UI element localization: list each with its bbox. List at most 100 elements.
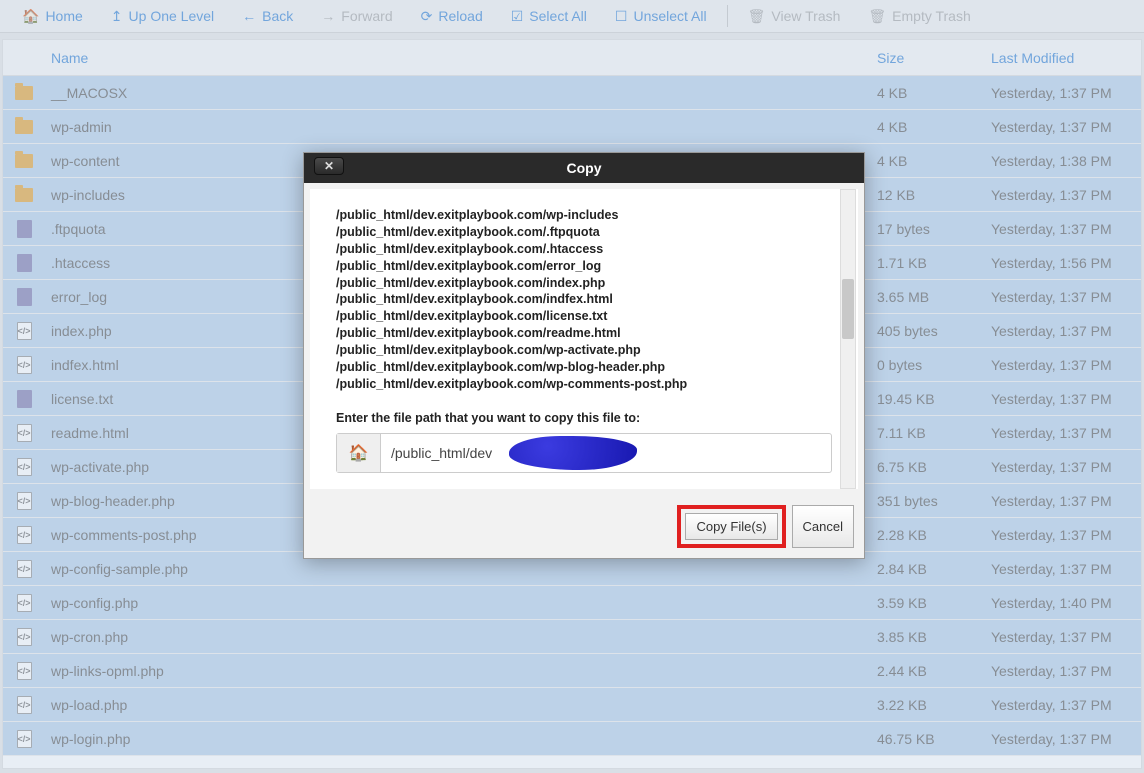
file-size: 351 bytes [877,493,991,509]
file-size: 2.44 KB [877,663,991,679]
unselect-all-button[interactable]: ☐ Unselect All [601,0,721,33]
file-modified: Yesterday, 1:37 PM [991,187,1141,203]
source-path-item: /public_html/dev.exitplaybook.com/.htacc… [336,241,828,258]
file-row[interactable]: </>wp-login.php46.75 KBYesterday, 1:37 P… [3,722,1141,756]
up-arrow-icon: ↥ [111,9,123,23]
back-label: Back [262,8,293,24]
reload-label: Reload [438,8,482,24]
file-size: 3.65 MB [877,289,991,305]
redacted-region [509,436,637,470]
file-icon-cell [3,288,45,306]
home-label: Home [45,8,82,24]
file-size: 19.45 KB [877,391,991,407]
code-file-icon: </> [17,560,32,578]
file-modified: Yesterday, 1:37 PM [991,731,1141,747]
reload-icon: ⟳ [421,9,433,23]
file-row[interactable]: </>wp-config.php3.59 KBYesterday, 1:40 P… [3,586,1141,620]
source-path-item: /public_html/dev.exitplaybook.com/wp-act… [336,342,828,359]
back-button[interactable]: ← Back [228,0,307,33]
code-file-icon: </> [17,628,32,646]
file-icon-cell: </> [3,730,45,748]
code-file-icon: </> [17,594,32,612]
file-modified: Yesterday, 1:37 PM [991,357,1141,373]
file-modified: Yesterday, 1:37 PM [991,697,1141,713]
trash-icon: 🗑 [748,9,766,23]
path-home-button[interactable]: 🏠 [337,434,381,472]
file-size: 4 KB [877,119,991,135]
empty-trash-button[interactable]: 🗑 Empty Trash [854,0,984,33]
toolbar-divider [727,5,728,27]
cancel-button[interactable]: Cancel [792,505,854,548]
file-modified: Yesterday, 1:40 PM [991,595,1141,611]
source-path-item: /public_html/dev.exitplaybook.com/wp-blo… [336,359,828,376]
empty-trash-label: Empty Trash [892,8,971,24]
col-size-header[interactable]: Size [877,50,991,66]
forward-button[interactable]: → Forward [307,0,406,33]
file-icon-cell: </> [3,356,45,374]
file-size: 7.11 KB [877,425,991,441]
reload-button[interactable]: ⟳ Reload [407,0,497,33]
source-path-list[interactable]: /public_html/dev.exitplaybook.com/wp-inc… [336,207,832,393]
check-square-icon: ☑ [511,9,524,23]
file-modified: Yesterday, 1:37 PM [991,561,1141,577]
file-row[interactable]: </>wp-cron.php3.85 KBYesterday, 1:37 PM [3,620,1141,654]
file-size: 2.28 KB [877,527,991,543]
file-name: wp-login.php [45,731,877,747]
file-icon-cell: </> [3,458,45,476]
code-file-icon: </> [17,356,32,374]
source-path-item: /public_html/dev.exitplaybook.com/wp-inc… [336,207,828,224]
select-all-button[interactable]: ☑ Select All [497,0,601,33]
file-name: __MACOSX [45,85,877,101]
file-size: 0 bytes [877,357,991,373]
file-size: 3.22 KB [877,697,991,713]
home-button[interactable]: 🏠 Home [8,0,97,33]
up-one-level-button[interactable]: ↥ Up One Level [97,0,228,33]
modal-body: /public_html/dev.exitplaybook.com/wp-inc… [310,189,858,489]
view-trash-button[interactable]: 🗑 View Trash [734,0,855,33]
close-icon: ✕ [324,159,334,173]
file-icon [17,220,32,238]
file-icon-cell [3,188,45,202]
folder-icon [15,120,33,134]
toolbar: 🏠 Home ↥ Up One Level ← Back → Forward ⟳… [0,0,1144,33]
code-file-icon: </> [17,322,32,340]
code-file-icon: </> [17,696,32,714]
file-name: wp-links-opml.php [45,663,877,679]
folder-icon [15,86,33,100]
file-row[interactable]: __MACOSX4 KBYesterday, 1:37 PM [3,76,1141,110]
col-name-header[interactable]: Name [45,50,877,66]
file-icon-cell: </> [3,696,45,714]
file-icon [17,288,32,306]
copy-files-button[interactable]: Copy File(s) [685,513,777,540]
file-icon-cell: </> [3,594,45,612]
file-row[interactable]: </>wp-links-opml.php2.44 KBYesterday, 1:… [3,654,1141,688]
modal-title: Copy [567,160,602,176]
file-size: 4 KB [877,85,991,101]
source-path-item: /public_html/dev.exitplaybook.com/readme… [336,325,828,342]
modal-body-scrollbar[interactable] [840,189,856,489]
file-modified: Yesterday, 1:37 PM [991,221,1141,237]
col-modified-header[interactable]: Last Modified [991,50,1141,66]
modal-close-button[interactable]: ✕ [314,157,344,175]
file-name: wp-load.php [45,697,877,713]
code-file-icon: </> [17,492,32,510]
folder-icon [15,188,33,202]
file-icon-cell [3,254,45,272]
file-list-header: Name Size Last Modified [3,40,1141,76]
view-trash-label: View Trash [771,8,840,24]
file-modified: Yesterday, 1:37 PM [991,425,1141,441]
file-name: wp-admin [45,119,877,135]
modal-titlebar: ✕ Copy [304,153,864,183]
source-path-item: /public_html/dev.exitplaybook.com/index.… [336,275,828,292]
file-size: 6.75 KB [877,459,991,475]
file-row[interactable]: wp-admin4 KBYesterday, 1:37 PM [3,110,1141,144]
file-modified: Yesterday, 1:37 PM [991,663,1141,679]
file-size: 17 bytes [877,221,991,237]
file-size: 46.75 KB [877,731,991,747]
file-icon-cell [3,390,45,408]
file-icon-cell: </> [3,560,45,578]
file-icon-cell: </> [3,662,45,680]
file-row[interactable]: </> wp-load.php3.22 KBYesterday, 1:37 PM [3,688,1141,722]
destination-input-group: 🏠 [336,433,832,473]
file-size: 12 KB [877,187,991,203]
